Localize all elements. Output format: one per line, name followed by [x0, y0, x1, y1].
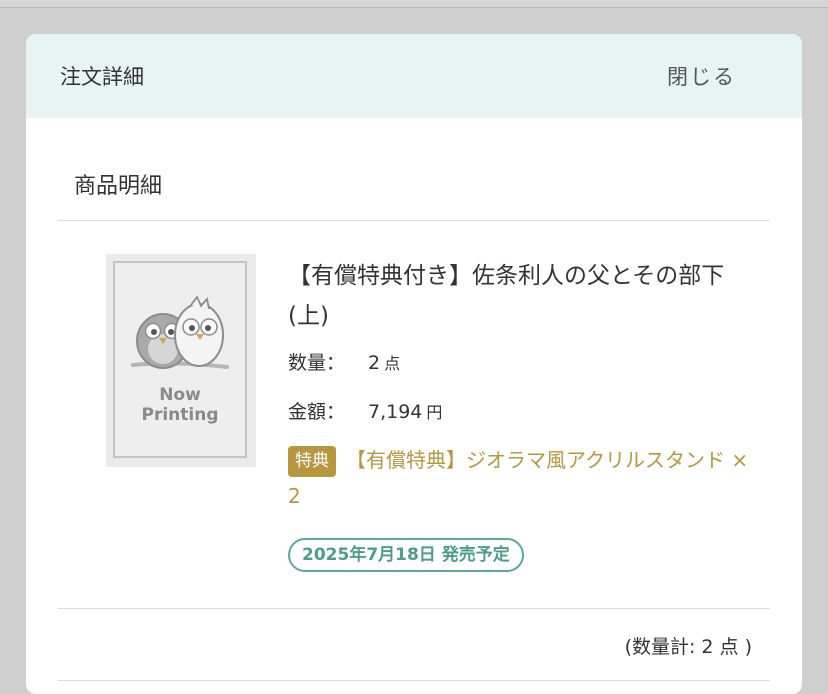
thumbnail-placeholder: Now Printing — [113, 261, 247, 458]
section-title: 商品明細 — [74, 174, 163, 199]
modal-header: 注文詳細 閉じる — [26, 34, 802, 118]
price-value: 7,194 — [368, 401, 423, 423]
release-date-text: 2025年7月18日 発売予定 — [302, 545, 510, 565]
price-row: 金額： 7,194 円 — [288, 397, 442, 424]
owl-mascot-icon — [131, 295, 229, 369]
divider — [58, 220, 770, 221]
order-detail-modal: 注文詳細 閉じる 商品明細 Now Printing 【有償特典付き】佐条利人の… — [26, 34, 802, 694]
quantity-label: 数量： — [288, 352, 346, 374]
now-printing-text: Now Printing — [115, 385, 245, 425]
bonus-text: 【有償特典】ジオラマ風アクリルスタンド × 2 — [288, 448, 749, 508]
thumbnail-text-line1: Now — [159, 385, 201, 405]
quantity-value: 2 — [368, 352, 381, 374]
bonus-row: 特典 【有償特典】ジオラマ風アクリルスタンド × 2 — [288, 442, 758, 514]
product-thumbnail[interactable]: Now Printing — [106, 254, 256, 467]
close-button[interactable]: 閉じる — [667, 61, 736, 91]
quantity-row: 数量： 2 点 — [288, 348, 400, 375]
modal-title: 注文詳細 — [60, 65, 144, 89]
divider — [58, 608, 770, 609]
price-label: 金額： — [288, 401, 346, 423]
thumbnail-text-line2: Printing — [141, 405, 219, 425]
product-title[interactable]: 【有償特典付き】佐条利人の父とその部下(上) — [288, 256, 758, 336]
total-quantity: (数量計: 2 点 ) — [624, 636, 752, 658]
bonus-badge: 特典 — [288, 446, 336, 477]
divider — [58, 680, 770, 681]
quantity-unit: 点 — [384, 354, 401, 373]
price-unit: 円 — [426, 403, 443, 422]
window-top-edge — [0, 0, 828, 8]
release-date-badge: 2025年7月18日 発売予定 — [288, 538, 524, 572]
